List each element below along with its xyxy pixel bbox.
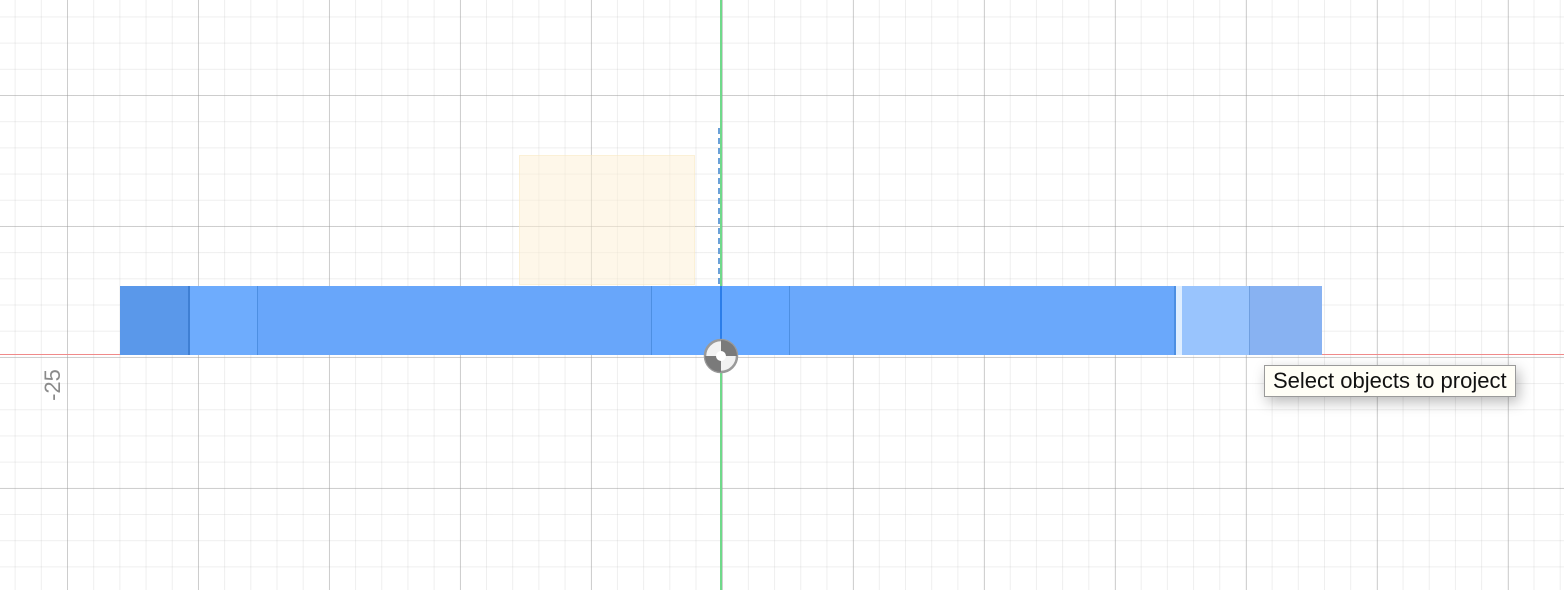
body-face[interactable] [120,286,190,355]
sketch-profile[interactable] [519,155,695,285]
body-face[interactable] [258,286,652,355]
body-face[interactable] [1182,286,1250,355]
axis-tick-label: -25 [40,369,65,401]
tooltip: Select objects to project [1264,365,1516,397]
body-face[interactable] [190,286,258,355]
body-face[interactable] [1250,286,1322,355]
x-axis-line [1322,354,1564,355]
origin-icon[interactable] [703,338,739,374]
body-face[interactable] [790,286,1176,355]
x-axis-line [0,354,120,355]
canvas-viewport[interactable]: -25 Select objects to project [0,0,1564,590]
